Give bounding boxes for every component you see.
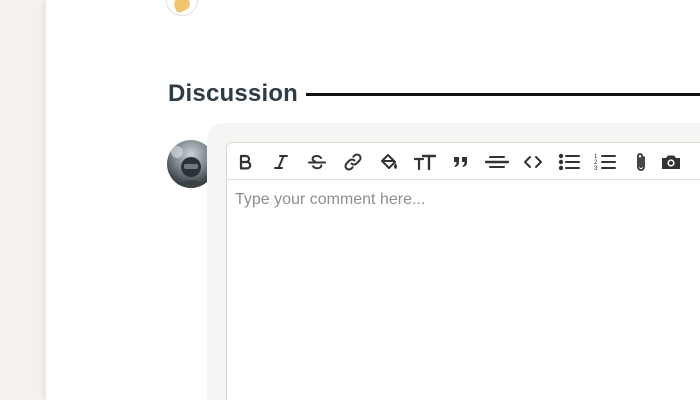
image-button[interactable] [659,150,683,174]
code-icon [524,156,542,168]
bold-button[interactable] [233,150,257,174]
numbered-list-button[interactable]: 1 2 3 [593,150,617,174]
heading-button[interactable] [413,150,437,174]
discussion-title: Discussion [168,80,299,107]
comment-editor: 1 2 3 [226,142,700,400]
strikethrough-icon [308,154,326,170]
divider-button[interactable] [485,150,509,174]
highlight-button[interactable] [377,150,401,174]
link-button[interactable] [341,150,365,174]
title-divider [306,93,700,96]
editor-toolbar: 1 2 3 [227,143,700,180]
svg-text:3: 3 [594,166,598,172]
numbered-list-icon: 1 2 3 [594,154,616,172]
paperclip-icon [637,153,645,171]
comment-input[interactable] [227,180,700,400]
italic-icon [274,155,288,169]
quote-icon [454,157,467,167]
thumbs-up-icon [171,0,193,14]
paint-bucket-icon [381,154,397,169]
bullet-list-button[interactable] [557,150,581,174]
strikethrough-button[interactable] [305,150,329,174]
attach-button[interactable] [629,150,653,174]
bullet-list-icon [558,153,580,171]
text-size-icon [414,154,436,171]
camera-icon [662,155,680,169]
bold-icon [239,154,252,170]
italic-button[interactable] [269,150,293,174]
left-gutter [0,0,46,400]
link-icon [344,153,362,171]
horizontal-rule-icon [485,156,509,168]
quote-button[interactable] [449,150,473,174]
code-button[interactable] [521,150,545,174]
